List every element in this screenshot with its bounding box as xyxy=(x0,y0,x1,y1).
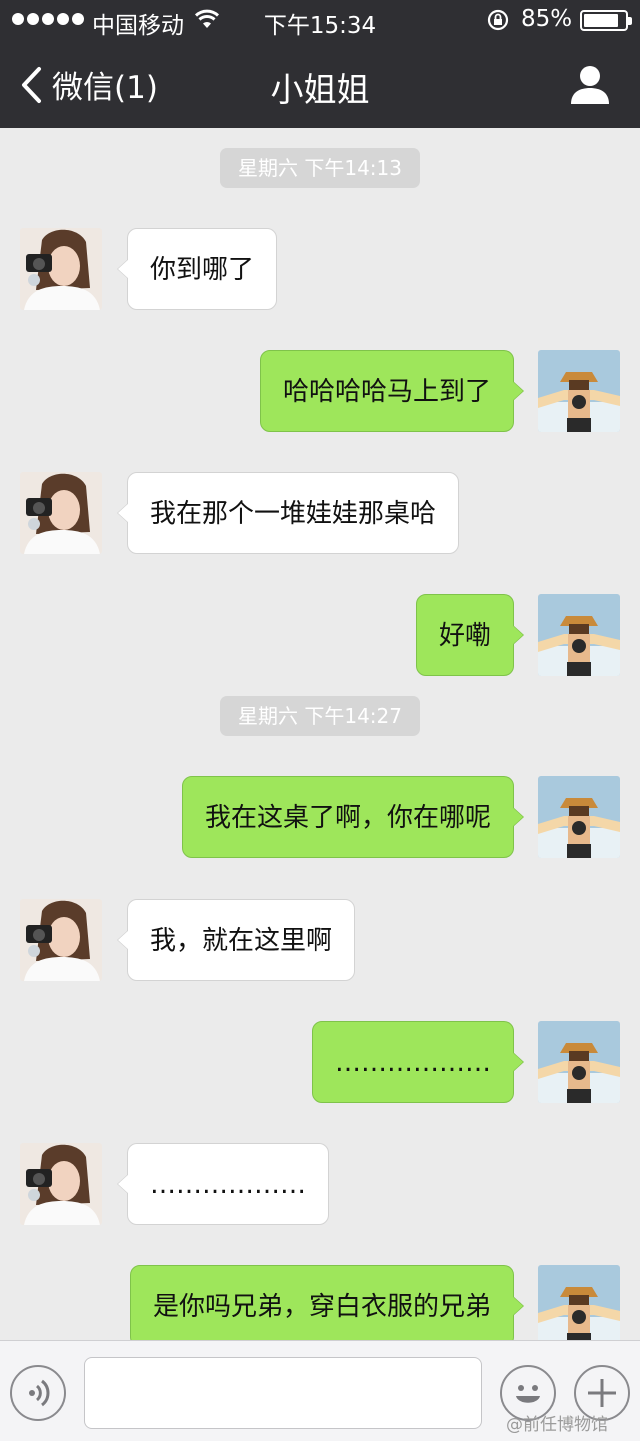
watermark: @前任博物馆 xyxy=(506,1415,608,1435)
chat-title: 小姐姐 xyxy=(270,70,370,109)
message-bubble-outgoing[interactable]: 是你吗兄弟，穿白衣服的兄弟 xyxy=(129,1265,525,1340)
message-bubble-outgoing[interactable]: 我在这桌了啊，你在哪呢 xyxy=(181,776,525,858)
my-avatar[interactable] xyxy=(538,1021,620,1103)
nav-bar: 微信(1) 小姐姐 xyxy=(0,40,640,128)
message-bubble-incoming[interactable]: 我在那个一堆娃娃那桌哈 xyxy=(116,472,460,554)
my-avatar[interactable] xyxy=(538,594,620,676)
message-bubble-incoming[interactable]: ……………… xyxy=(117,1143,329,1225)
person-icon[interactable] xyxy=(568,62,612,106)
voice-icon xyxy=(29,1379,50,1407)
my-avatar[interactable] xyxy=(538,350,620,432)
message-bubble-outgoing[interactable]: 好嘞 xyxy=(415,594,525,676)
message-bubble-incoming[interactable]: 你到哪了 xyxy=(116,228,278,310)
chat-area[interactable]: 星期六 下午14:13 你到哪了 哈哈哈哈马上到了 我在那个一堆娃娃那桌哈 好嘞… xyxy=(0,128,640,1340)
message-bubble-outgoing[interactable]: 哈哈哈哈马上到了 xyxy=(259,350,525,432)
message-bubble-incoming[interactable]: 我，就在这里啊 xyxy=(116,899,356,981)
contact-avatar[interactable] xyxy=(20,1143,102,1225)
contact-avatar[interactable] xyxy=(20,899,102,981)
rotation-lock-icon xyxy=(487,9,509,31)
timestamp: 星期六 下午14:13 xyxy=(220,148,420,188)
message-input[interactable] xyxy=(84,1357,482,1429)
message-bubble-outgoing[interactable]: ……………… xyxy=(312,1021,524,1103)
status-bar: 中国移动 下午15:34 85% xyxy=(0,0,640,40)
battery-percent: 85% xyxy=(521,6,573,32)
my-avatar[interactable] xyxy=(538,776,620,858)
voice-button[interactable] xyxy=(10,1365,66,1421)
contact-avatar[interactable] xyxy=(20,228,102,310)
timestamp: 星期六 下午14:27 xyxy=(220,696,420,736)
battery-icon xyxy=(580,10,632,31)
contact-avatar[interactable] xyxy=(20,472,102,554)
my-avatar[interactable] xyxy=(538,1265,620,1340)
